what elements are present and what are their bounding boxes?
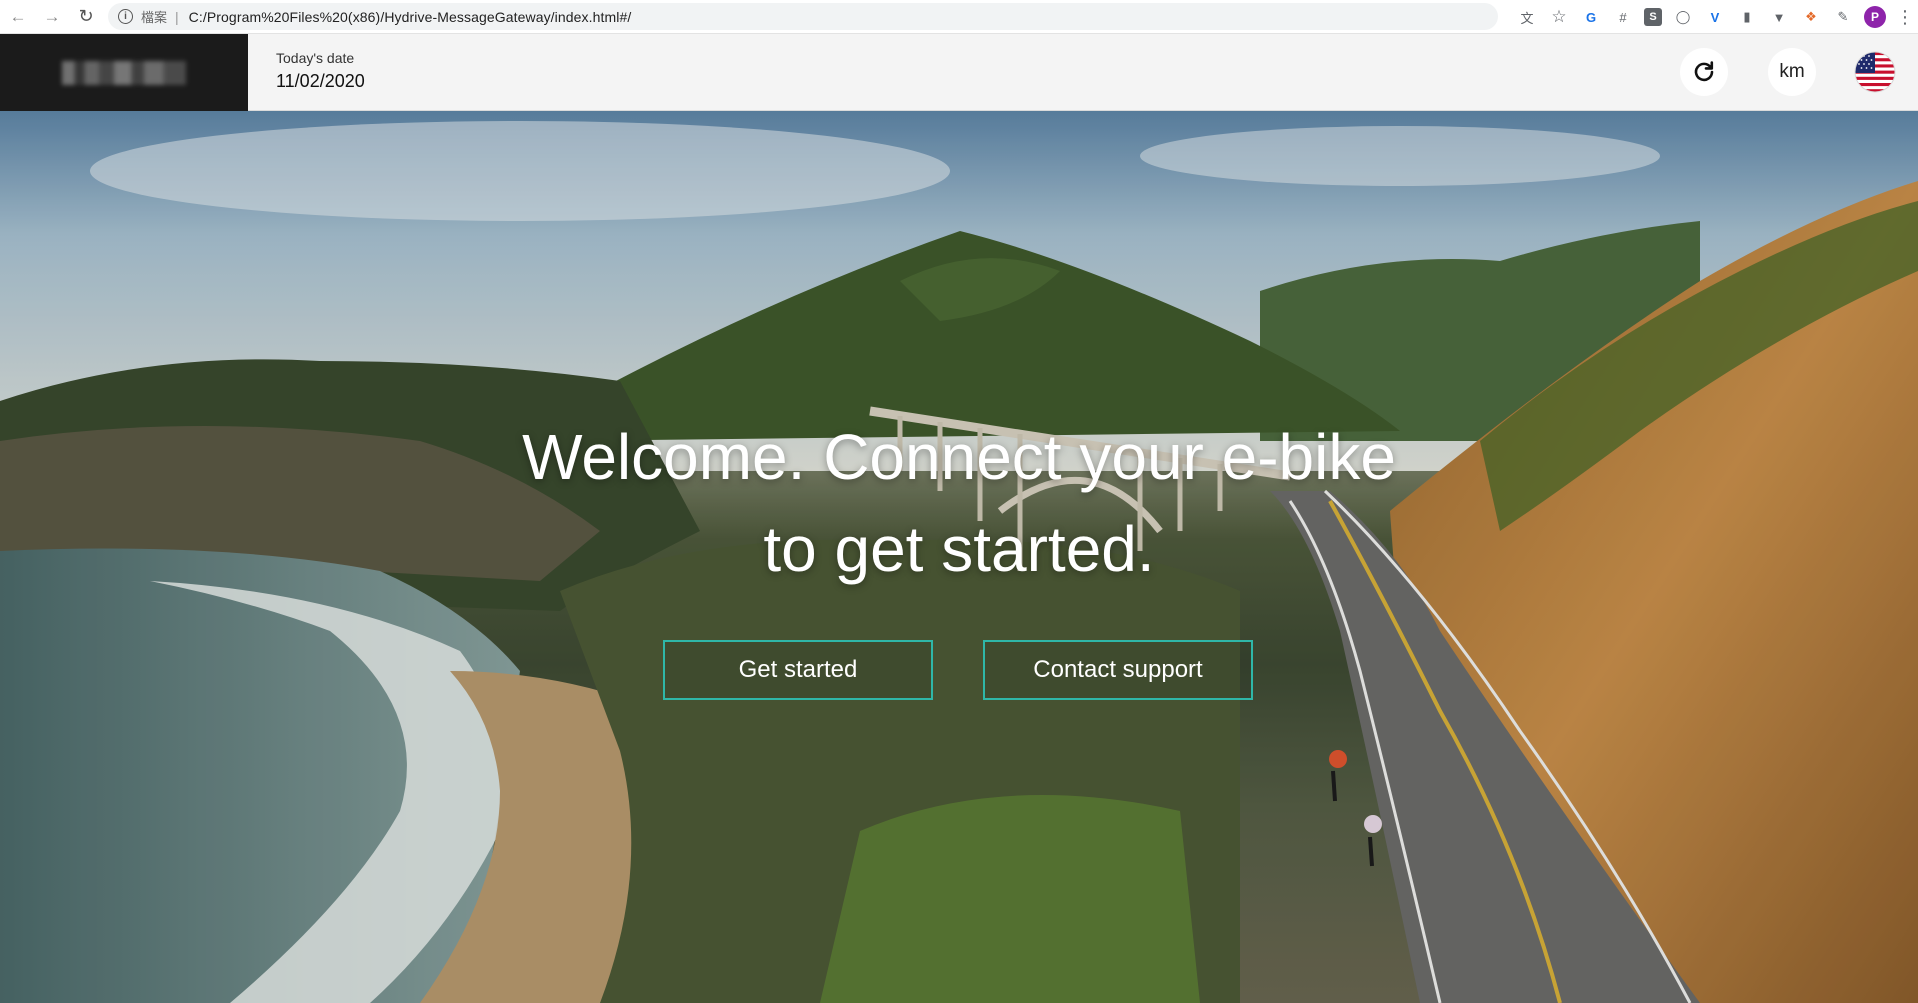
- triangle-extension-icon[interactable]: ▼: [1768, 6, 1790, 28]
- profile-avatar[interactable]: P: [1864, 6, 1886, 28]
- bookmark-star-icon[interactable]: ☆: [1548, 6, 1570, 28]
- forward-arrow-icon[interactable]: →: [36, 1, 68, 33]
- refresh-button[interactable]: [1680, 48, 1728, 96]
- contact-support-button[interactable]: Contact support: [983, 640, 1253, 700]
- refresh-icon: [1694, 61, 1714, 82]
- menu-kebab-icon[interactable]: ⋮: [1896, 7, 1914, 28]
- hero-title-line-1: Welcome. Connect your e-bike: [522, 421, 1396, 493]
- s-extension-icon[interactable]: S: [1644, 8, 1662, 26]
- reload-icon[interactable]: ↻: [70, 1, 102, 33]
- date-label: Today's date: [276, 50, 355, 66]
- hero-section: Welcome. Connect your e-bike to get star…: [0, 111, 1918, 1003]
- extension-bar: 文 ☆ G # S ◯ V ▮ ▼ ❖ ✎ P ⋮: [1516, 4, 1914, 30]
- address-bar[interactable]: i 檔案 | C:/Program%20Files%20(x86)/Hydriv…: [108, 3, 1498, 30]
- units-toggle-button[interactable]: km: [1768, 48, 1816, 96]
- back-arrow-icon[interactable]: ←: [2, 1, 34, 33]
- logo[interactable]: [0, 34, 248, 111]
- date-value: 11/02/2020: [276, 71, 365, 91]
- rss-extension-icon[interactable]: ❖: [1800, 6, 1822, 28]
- grid-extension-icon[interactable]: #: [1612, 6, 1634, 28]
- url-text[interactable]: C:/Program%20Files%20(x86)/Hydrive-Messa…: [189, 9, 632, 25]
- us-flag-icon: [1854, 51, 1896, 93]
- get-started-button[interactable]: Get started: [663, 640, 933, 700]
- info-icon[interactable]: i: [118, 9, 133, 24]
- todays-date: Today's date 11/02/2020: [276, 50, 365, 92]
- hero-title-line-2: to get started.: [763, 513, 1155, 585]
- browser-toolbar: ← → ↻ i 檔案 | C:/Program%20Files%20(x86)/…: [0, 0, 1918, 34]
- app-header: Today's date 11/02/2020 km: [0, 34, 1918, 111]
- circle-extension-icon[interactable]: ◯: [1672, 6, 1694, 28]
- logo-blurred-image: [62, 61, 186, 85]
- edit-extension-icon[interactable]: ✎: [1832, 6, 1854, 28]
- translate-icon[interactable]: 文: [1516, 6, 1538, 28]
- scheme-label: 檔案: [141, 10, 168, 25]
- hero-title: Welcome. Connect your e-bike to get star…: [0, 411, 1918, 595]
- language-button[interactable]: [1852, 49, 1898, 95]
- url-separator: |: [175, 8, 179, 25]
- translate-extension-icon[interactable]: G: [1580, 6, 1602, 28]
- bar-extension-icon[interactable]: ▮: [1736, 6, 1758, 28]
- v-extension-icon[interactable]: V: [1704, 6, 1726, 28]
